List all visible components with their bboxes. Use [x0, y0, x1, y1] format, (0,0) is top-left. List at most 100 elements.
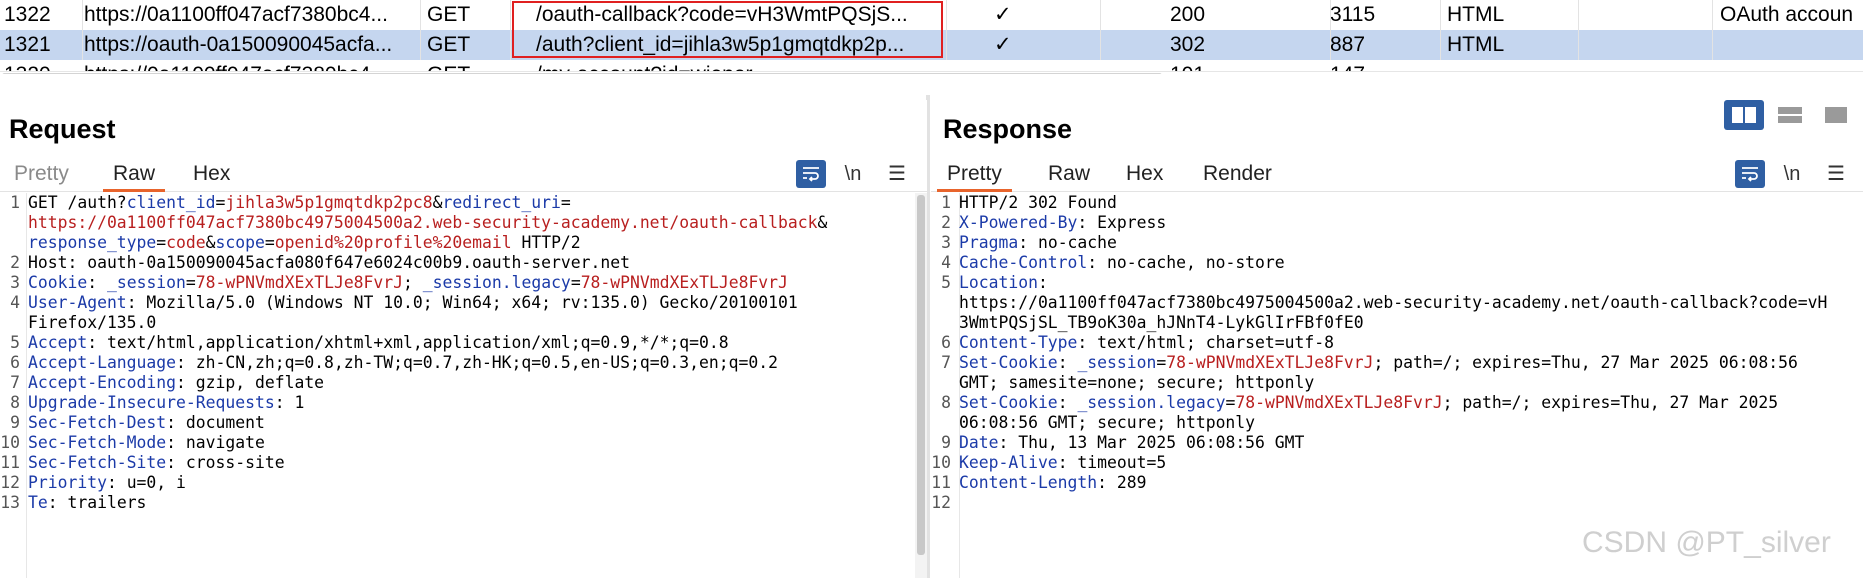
line-text: Keep-Alive: timeout=5 — [959, 453, 1166, 473]
response-editor[interactable]: 1 HTTP/2 302 Found 2 X-Powered-By: Express 3… — [931, 193, 1849, 578]
code-text: & — [432, 193, 443, 212]
code-text: : — [87, 273, 107, 292]
header-key: response_type — [28, 233, 157, 252]
header-key: Sec-Fetch-Site — [28, 453, 167, 472]
header-key: Date — [959, 433, 999, 452]
header-key: _session — [106, 273, 186, 292]
line-number: 5 — [941, 273, 951, 292]
header-key: Content-Type — [959, 333, 1078, 352]
line-text: Cookie: _session=78-wPNVmdXExTLJe8FvrJ; … — [28, 273, 788, 293]
menu-icon[interactable]: ☰ — [1821, 160, 1851, 188]
line-number: 8 — [10, 393, 20, 412]
line-number: 10 — [0, 433, 20, 452]
layout-single-icon[interactable] — [1816, 100, 1856, 130]
column-separator — [1578, 0, 1579, 60]
line-number: 7 — [10, 373, 20, 392]
code-line: 2 X-Powered-By: Express — [931, 213, 1849, 233]
menu-icon[interactable]: ☰ — [882, 160, 912, 188]
request-scrollbar[interactable] — [915, 193, 927, 578]
code-text: : Express — [1077, 213, 1167, 232]
code-line: 10 Keep-Alive: timeout=5 — [931, 453, 1849, 473]
line-text: Content-Length: 289 — [959, 473, 1147, 493]
header-key: Accept-Language — [28, 353, 177, 372]
code-line: 3 Cookie: _session=78-wPNVmdXExTLJe8FvrJ;… — [0, 273, 913, 293]
row-host: https://oauth-0a150090045acfa... — [84, 33, 393, 56]
code-line: 8 Set-Cookie: _session.legacy=78-wPNVmdXE… — [931, 393, 1849, 413]
code-line: 3WmtPQSjSL_TB9oK30a_hJNnT4-LykGlIrFBf0fE… — [931, 313, 1849, 333]
line-text: Date: Thu, 13 Mar 2025 06:08:56 GMT — [959, 433, 1304, 453]
history-horizontal-scrollbar[interactable] — [0, 71, 1863, 74]
code-line: 5 Location: — [931, 273, 1849, 293]
line-text: https://0a1100ff047acf7380bc4975004500a2… — [959, 293, 1827, 313]
header-key: client_id — [126, 193, 216, 212]
line-text: Host: oauth-0a150090045acfa080f647e6024c… — [28, 253, 630, 273]
code-line: 4 Cache-Control: no-cache, no-store — [931, 253, 1849, 273]
code-text: https://0a1100ff047acf7380bc4975004500a2… — [959, 293, 1828, 312]
tab-hex[interactable]: Hex — [1116, 160, 1173, 192]
row-title: OAuth accoun — [1720, 3, 1854, 26]
scrollbar-thumb[interactable] — [917, 195, 925, 555]
newline-toggle[interactable]: \n — [1777, 160, 1807, 188]
code-line: 6 Accept-Language: zh-CN,zh;q=0.8,zh-TW;q… — [0, 353, 913, 373]
row-edited-check: ✓ — [994, 3, 1012, 26]
header-key: Content-Length — [959, 473, 1098, 492]
tab-pretty[interactable]: Pretty — [4, 160, 79, 192]
code-text: : timeout=5 — [1057, 453, 1167, 472]
column-separator — [1330, 0, 1331, 60]
row-mime: HTML — [1447, 3, 1505, 26]
code-text: Host: oauth-0a150090045acfa080f647e6024c… — [28, 253, 630, 272]
header-key: Accept — [28, 333, 88, 352]
line-text: Cache-Control: no-cache, no-store — [959, 253, 1285, 273]
code-text: ; — [403, 273, 423, 292]
code-line: 9 Sec-Fetch-Dest: document — [0, 413, 913, 433]
param-value: 78-wPNVmdXExTLJe8FvrJ — [1166, 353, 1374, 372]
row-edited-check: ✓ — [994, 33, 1012, 56]
row-number: 1322 — [4, 3, 51, 26]
line-text: GET /auth?client_id=jihla3w5p1gmqtdkp2pc… — [28, 193, 571, 213]
code-text: HTTP/2 — [511, 233, 581, 252]
request-editor[interactable]: 1 GET /auth?client_id=jihla3w5p1gmqtdkp2p… — [0, 193, 913, 578]
code-line: 7 Accept-Encoding: gzip, deflate — [0, 373, 913, 393]
line-text: Sec-Fetch-Site: cross-site — [28, 453, 285, 473]
code-line: 11 Content-Length: 289 — [931, 473, 1849, 493]
code-text: : cross-site — [166, 453, 285, 472]
layout-stacked-icon[interactable] — [1770, 100, 1810, 130]
tab-render[interactable]: Render — [1193, 160, 1282, 192]
row-mime: HTML — [1447, 33, 1505, 56]
line-number: 7 — [941, 353, 951, 372]
tab-raw[interactable]: Raw — [1038, 160, 1100, 192]
code-line: https://0a1100ff047acf7380bc4975004500a2… — [931, 293, 1849, 313]
tab-pretty[interactable]: Pretty — [937, 160, 1012, 192]
line-text: Pragma: no-cache — [959, 233, 1117, 253]
code-text: : gzip, deflate — [176, 373, 325, 392]
layout-side-by-side-icon[interactable] — [1724, 100, 1764, 130]
code-line: 2 Host: oauth-0a150090045acfa080f647e6024… — [0, 253, 913, 273]
column-separator — [1440, 0, 1441, 60]
code-line: 12 — [931, 493, 1849, 513]
code-text: : trailers — [47, 493, 147, 512]
param-value: 78-wPNVmdXExTLJe8FvrJ — [580, 273, 788, 292]
code-text: : text/html; charset=utf-8 — [1077, 333, 1334, 352]
code-text: & — [205, 233, 216, 252]
code-text: : 289 — [1097, 473, 1147, 492]
code-line: 1 HTTP/2 302 Found — [931, 193, 1849, 213]
wrap-lines-icon[interactable] — [1735, 160, 1765, 188]
header-key: Location — [959, 273, 1038, 292]
code-line: 10 Sec-Fetch-Mode: navigate — [0, 433, 913, 453]
code-text: : navigate — [166, 433, 265, 452]
column-separator — [82, 0, 83, 60]
tab-raw[interactable]: Raw — [103, 160, 166, 192]
code-text: : — [1057, 353, 1078, 372]
scrollbar-thumb[interactable] — [2, 73, 1162, 74]
tab-hex[interactable]: Hex — [183, 160, 240, 192]
line-number: 8 — [941, 393, 951, 412]
line-number: 12 — [931, 493, 951, 512]
line-text: Accept: text/html,application/xhtml+xml,… — [28, 333, 729, 353]
header-key: Upgrade-Insecure-Requests — [28, 393, 275, 412]
line-text: Accept-Language: zh-CN,zh;q=0.8,zh-TW;q=… — [28, 353, 778, 373]
newline-toggle[interactable]: \n — [838, 160, 868, 188]
line-text: Content-Type: text/html; charset=utf-8 — [959, 333, 1334, 353]
column-separator — [946, 0, 947, 60]
line-number: 2 — [10, 253, 20, 272]
wrap-lines-icon[interactable] — [796, 160, 826, 188]
